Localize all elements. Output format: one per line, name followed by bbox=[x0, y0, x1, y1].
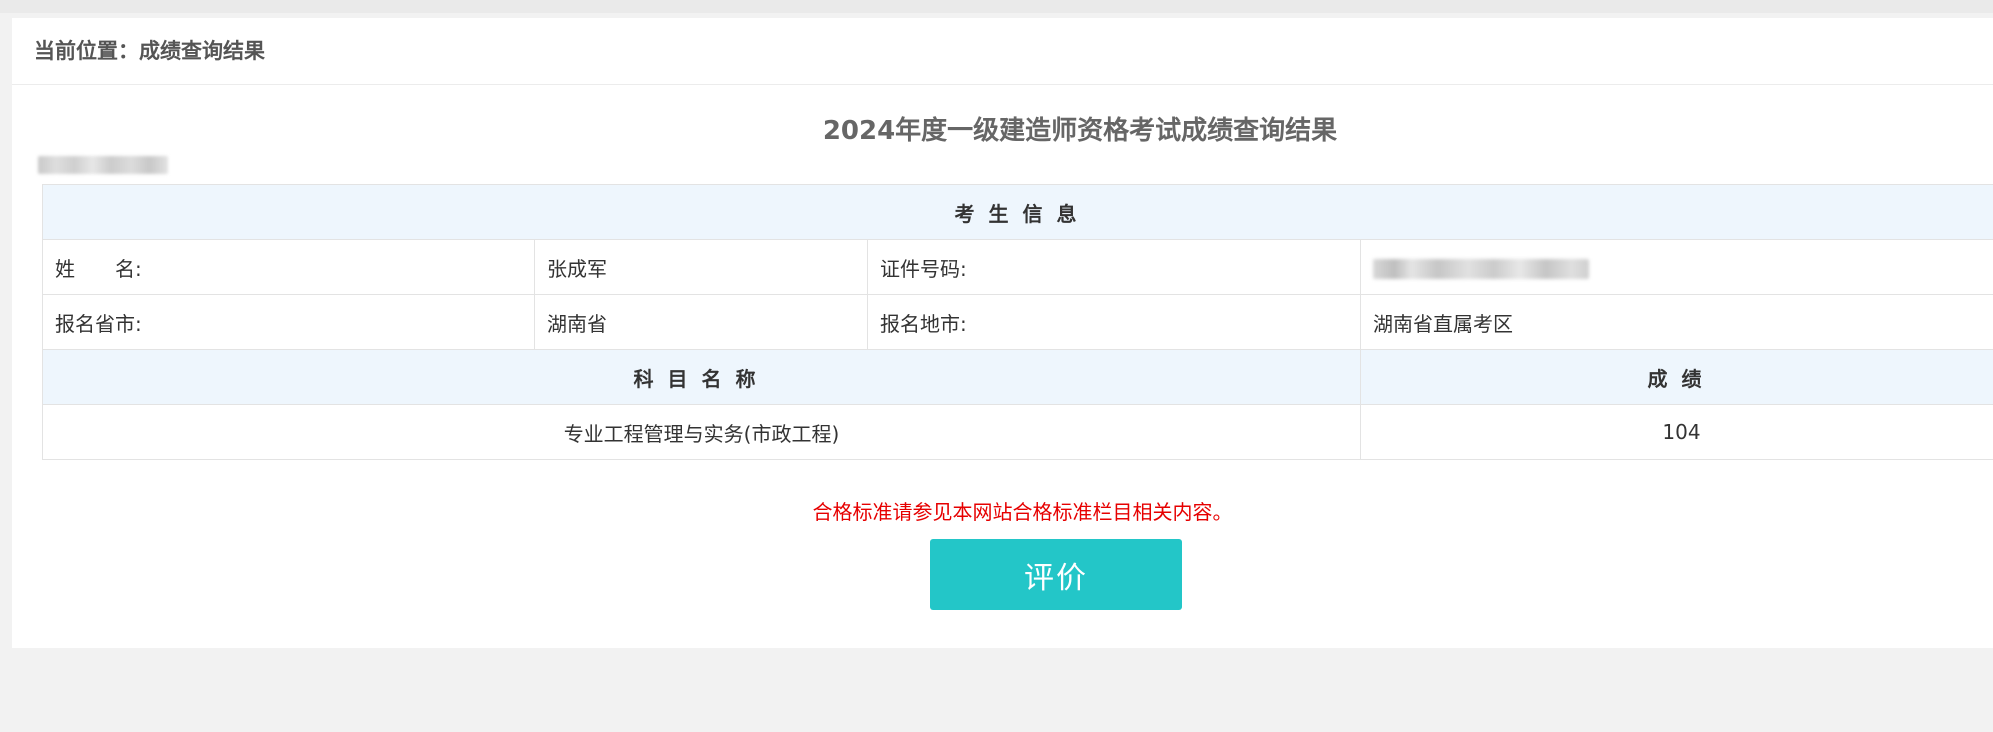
name-value: 张成军 bbox=[534, 239, 868, 295]
subject-name: 专业工程管理与实务(市政工程) bbox=[42, 404, 1361, 460]
table-row: 姓 名: 张成军 证件号码: bbox=[42, 239, 1993, 295]
province-label: 报名省市: bbox=[42, 294, 535, 350]
redacted-id bbox=[38, 156, 168, 174]
evaluate-button[interactable]: 评价 bbox=[930, 539, 1182, 610]
redacted-cert bbox=[1373, 258, 1589, 279]
province-value: 湖南省 bbox=[534, 294, 868, 350]
page-title: 2024年度一级建造师资格考试成绩查询结果 bbox=[822, 116, 1338, 146]
top-strip bbox=[0, 0, 1993, 13]
subject-header: 科目名称 bbox=[42, 349, 1361, 405]
info-header: 考生信息 bbox=[42, 184, 1993, 240]
name-label: 姓 名: bbox=[42, 239, 535, 295]
cert-value bbox=[1360, 239, 1993, 295]
score-header: 成绩 bbox=[1360, 349, 1993, 405]
cert-label: 证件号码: bbox=[867, 239, 1361, 295]
subject-score: 104 bbox=[1360, 404, 1993, 460]
result-panel: 当前位置：成绩查询结果 2024年度一级建造师资格考试成绩查询结果 考生信息 姓… bbox=[12, 18, 1993, 648]
breadcrumb: 当前位置：成绩查询结果 bbox=[12, 18, 1993, 85]
table-row: 报名省市: 湖南省 报名地市: 湖南省直属考区 bbox=[42, 294, 1993, 350]
info-header-row: 考生信息 bbox=[42, 184, 1993, 240]
city-label: 报名地市: bbox=[867, 294, 1361, 350]
score-header-row: 科目名称 成绩 bbox=[42, 349, 1993, 405]
table-row: 专业工程管理与实务(市政工程) 104 bbox=[42, 404, 1993, 460]
standard-note: 合格标准请参见本网站合格标准栏目相关内容。 bbox=[812, 500, 1233, 524]
score-table: 考生信息 姓 名: 张成军 证件号码: 报名省市: 湖南省 报名地市: 湖南省直… bbox=[42, 184, 1993, 460]
city-value: 湖南省直属考区 bbox=[1360, 294, 1993, 350]
